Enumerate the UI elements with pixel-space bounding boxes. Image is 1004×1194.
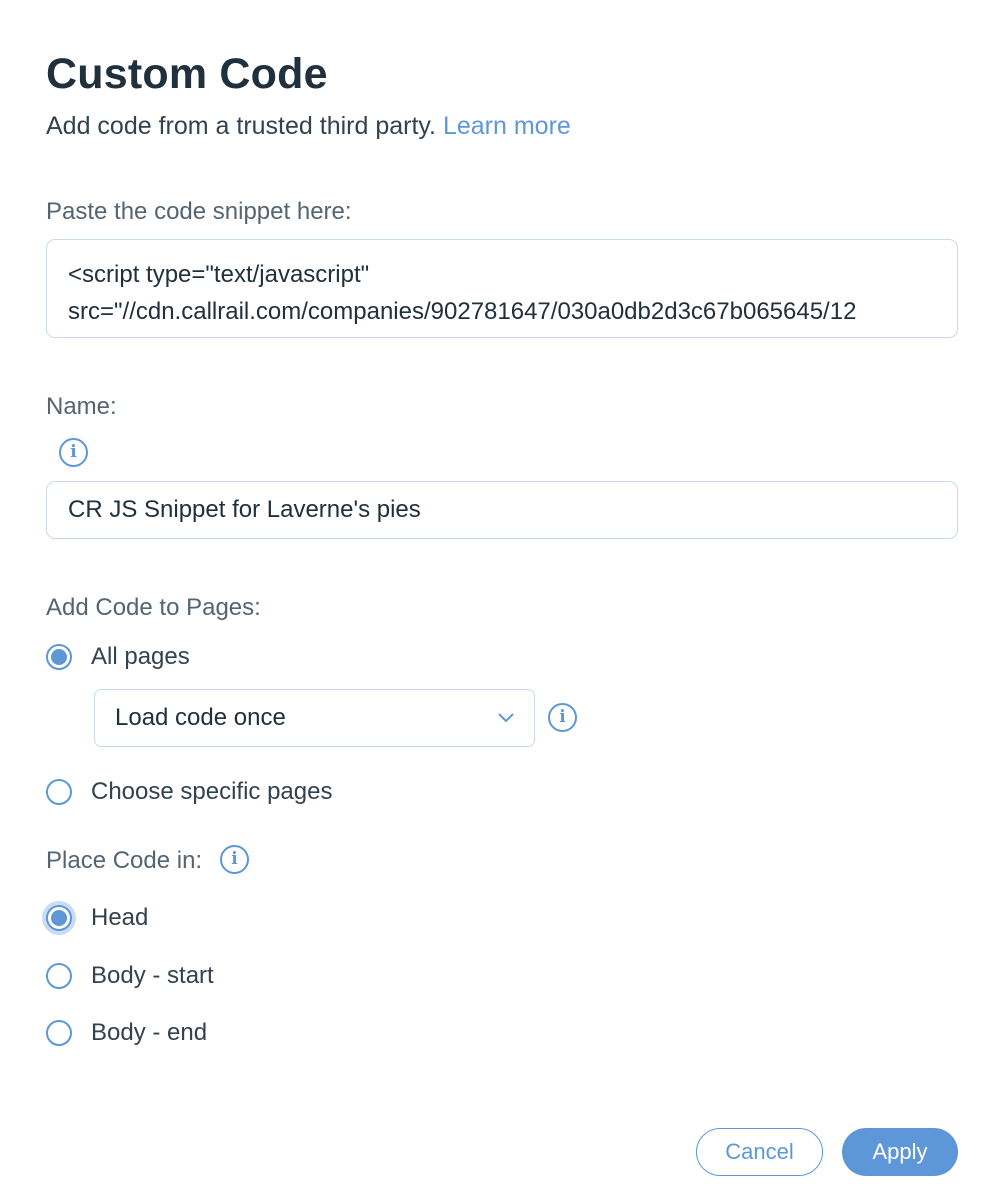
placement-label: Place Code in: xyxy=(46,847,203,874)
info-icon[interactable]: i xyxy=(220,845,249,874)
radio-specific-pages[interactable]: Choose specific pages xyxy=(46,777,332,807)
snippet-label: Paste the code snippet here: xyxy=(46,198,352,225)
subtitle-text: Add code from a trusted third party. xyxy=(46,112,437,140)
apply-button[interactable]: Apply xyxy=(842,1128,958,1176)
radio-button[interactable] xyxy=(46,1020,72,1046)
pages-label: Add Code to Pages: xyxy=(46,594,261,621)
radio-label: Body - end xyxy=(91,1019,208,1046)
learn-more-link[interactable]: Learn more xyxy=(443,112,571,140)
radio-body-start[interactable]: Body - start xyxy=(46,961,214,991)
radio-button[interactable] xyxy=(46,963,72,989)
radio-button[interactable] xyxy=(46,644,72,670)
radio-button[interactable] xyxy=(46,779,72,805)
radio-label: Choose specific pages xyxy=(91,778,333,805)
radio-head[interactable]: Head xyxy=(46,903,148,933)
info-icon[interactable]: i xyxy=(548,703,577,732)
radio-label: Body - start xyxy=(91,962,214,989)
radio-body-end[interactable]: Body - end xyxy=(46,1018,207,1048)
cancel-button[interactable]: Cancel xyxy=(696,1128,823,1176)
dialog-title: Custom Code xyxy=(46,50,328,98)
select-value: Load code once xyxy=(115,704,286,731)
dialog-subtitle: Add code from a trusted third party. Lea… xyxy=(46,111,571,141)
code-snippet-textarea[interactable]: <script type="text/javascript" src="//cd… xyxy=(46,239,958,338)
snippet-line-1: <script type="text/javascript" xyxy=(68,261,370,288)
chevron-down-icon xyxy=(498,713,514,723)
snippet-line-2: src="//cdn.callrail.com/companies/902781… xyxy=(68,298,857,325)
name-input[interactable]: CR JS Snippet for Laverne's pies xyxy=(46,481,958,539)
info-icon[interactable]: i xyxy=(59,438,88,467)
custom-code-dialog: Custom Code Add code from a trusted thir… xyxy=(0,0,1004,1194)
load-code-select[interactable]: Load code once xyxy=(94,689,535,747)
radio-label: All pages xyxy=(91,643,190,670)
name-label: Name: xyxy=(46,393,117,420)
radio-label: Head xyxy=(91,904,149,931)
radio-button[interactable] xyxy=(46,905,72,931)
radio-all-pages[interactable]: All pages xyxy=(46,642,190,672)
